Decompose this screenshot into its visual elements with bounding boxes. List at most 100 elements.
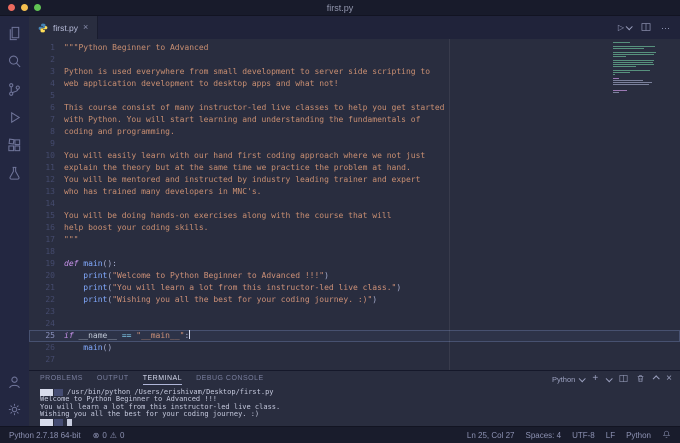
code-line[interactable]: 17 """	[29, 234, 680, 246]
line-number[interactable]: 15	[29, 210, 64, 222]
line-number[interactable]: 14	[29, 198, 64, 210]
minimize-window-button[interactable]	[21, 4, 28, 11]
account-icon[interactable]	[7, 374, 23, 390]
split-terminal-icon[interactable]	[619, 374, 628, 385]
code-line[interactable]: 23	[29, 306, 680, 318]
python-interpreter-indicator[interactable]: Python 2.7.18 64-bit	[9, 431, 81, 440]
code-line[interactable]: 25 if __name__ == "__main__":	[29, 330, 680, 342]
window-controls	[8, 4, 41, 11]
line-number[interactable]: 11	[29, 162, 64, 174]
line-number[interactable]: 21	[29, 282, 64, 294]
prompt-segment	[54, 418, 63, 426]
code-line[interactable]: 24	[29, 318, 680, 330]
code-line[interactable]: 7 with Python. You will start learning an…	[29, 114, 680, 126]
new-terminal-dropdown-icon[interactable]	[605, 374, 613, 382]
panel-tab-terminal[interactable]: TERMINAL	[142, 373, 183, 386]
tab-close-icon[interactable]: ×	[83, 23, 88, 32]
code-line[interactable]: 9	[29, 138, 680, 150]
terminal-shell-selector[interactable]: Python	[552, 375, 587, 384]
close-window-button[interactable]	[8, 4, 15, 11]
line-number[interactable]: 5	[29, 90, 64, 102]
code-editor[interactable]: 1 """Python Beginner to Advanced 2 3 Python …	[29, 39, 680, 371]
line-number[interactable]: 26	[29, 342, 64, 354]
line-number[interactable]: 10	[29, 150, 64, 162]
line-number[interactable]: 22	[29, 294, 64, 306]
line-number[interactable]: 18	[29, 246, 64, 258]
line-number[interactable]: 12	[29, 174, 64, 186]
panel-tab-debug-console[interactable]: DEBUG CONSOLE	[196, 373, 264, 385]
code-line[interactable]: 18	[29, 246, 680, 258]
code-line[interactable]: 1 """Python Beginner to Advanced	[29, 42, 680, 54]
code-line[interactable]: 8 coding and programming.	[29, 126, 680, 138]
code-line[interactable]: 15 You will be doing hands-on exercises a…	[29, 210, 680, 222]
line-number[interactable]: 2	[29, 54, 64, 66]
line-number[interactable]: 13	[29, 186, 64, 198]
line-number[interactable]: 25	[29, 330, 64, 342]
eol-indicator[interactable]: LF	[606, 431, 615, 440]
code-line[interactable]: 4 web application development to desktop …	[29, 78, 680, 90]
new-terminal-button[interactable]: +	[592, 374, 598, 384]
encoding-indicator[interactable]: UTF-8	[572, 431, 595, 440]
testing-icon[interactable]	[7, 165, 23, 181]
code-line[interactable]: 11 explain the theory but at the same tim…	[29, 162, 680, 174]
terminal-output[interactable]: /usr/bin/python /Users/erishivam/Desktop…	[29, 387, 680, 426]
minimap-line	[613, 80, 644, 81]
editor-tab-bar: first.py × ▷ ···	[29, 16, 680, 39]
code-line[interactable]: 22 print("Wishing you all the best for y…	[29, 294, 680, 306]
code-line[interactable]: 27	[29, 354, 680, 366]
zoom-window-button[interactable]	[34, 4, 41, 11]
more-actions-icon[interactable]: ···	[661, 23, 670, 33]
search-icon[interactable]	[7, 53, 23, 69]
settings-gear-icon[interactable]	[7, 401, 23, 417]
code-line[interactable]: 6 This course consist of many instructor-…	[29, 102, 680, 114]
minimap[interactable]	[613, 42, 669, 96]
code-line[interactable]: 10 You will easily learn with our hand fi…	[29, 150, 680, 162]
line-number[interactable]: 23	[29, 306, 64, 318]
line-number[interactable]: 7	[29, 114, 64, 126]
language-mode-indicator[interactable]: Python	[626, 431, 651, 440]
line-number[interactable]: 16	[29, 222, 64, 234]
extensions-icon[interactable]	[7, 137, 23, 153]
line-number[interactable]: 19	[29, 258, 64, 270]
line-number[interactable]: 3	[29, 66, 64, 78]
line-number[interactable]: 27	[29, 354, 64, 366]
code-line[interactable]: 19 def main():	[29, 258, 680, 270]
code-line[interactable]: 5	[29, 90, 680, 102]
problems-indicator[interactable]: ⊗ 0 ⚠ 0	[93, 431, 125, 440]
run-debug-icon[interactable]	[7, 109, 23, 125]
maximize-panel-icon[interactable]	[652, 374, 660, 382]
line-number[interactable]: 8	[29, 126, 64, 138]
code-line[interactable]: 13 who has trained many developers in MNC…	[29, 186, 680, 198]
explorer-icon[interactable]	[7, 25, 23, 41]
source-control-icon[interactable]	[7, 81, 23, 97]
tab-first-py[interactable]: first.py ×	[29, 16, 99, 39]
code-line[interactable]: 26 main()	[29, 342, 680, 354]
cursor-position-indicator[interactable]: Ln 25, Col 27	[467, 431, 515, 440]
notifications-bell-icon[interactable]	[662, 430, 671, 441]
indentation-indicator[interactable]: Spaces: 4	[526, 431, 562, 440]
panel-tab-problems[interactable]: PROBLEMS	[40, 373, 83, 385]
line-number[interactable]: 17	[29, 234, 64, 246]
line-number[interactable]: 24	[29, 318, 64, 330]
code-line[interactable]: 3 Python is used everywhere from small de…	[29, 66, 680, 78]
code-line[interactable]: 2	[29, 54, 680, 66]
terminal-prompt-line[interactable]	[40, 418, 680, 426]
code-line[interactable]: 14	[29, 198, 680, 210]
code-line[interactable]: 12 You will be mentored and instructed by…	[29, 174, 680, 186]
minimap-line	[613, 42, 630, 43]
run-python-file-button[interactable]: ▷	[618, 23, 633, 32]
close-panel-icon[interactable]: ×	[666, 374, 672, 384]
code-line[interactable]: 16 help boost your coding skills.	[29, 222, 680, 234]
line-number[interactable]: 6	[29, 102, 64, 114]
code-line[interactable]: 20 print("Welcome to Python Beginner to …	[29, 270, 680, 282]
kill-terminal-icon[interactable]	[636, 374, 645, 385]
split-editor-icon[interactable]	[641, 22, 651, 34]
line-number[interactable]: 20	[29, 270, 64, 282]
line-number[interactable]: 9	[29, 138, 64, 150]
line-number[interactable]: 1	[29, 42, 64, 54]
code-line[interactable]: 21 print("You will learn a lot from this…	[29, 282, 680, 294]
line-number[interactable]: 4	[29, 78, 64, 90]
panel-tab-output[interactable]: OUTPUT	[97, 373, 129, 385]
